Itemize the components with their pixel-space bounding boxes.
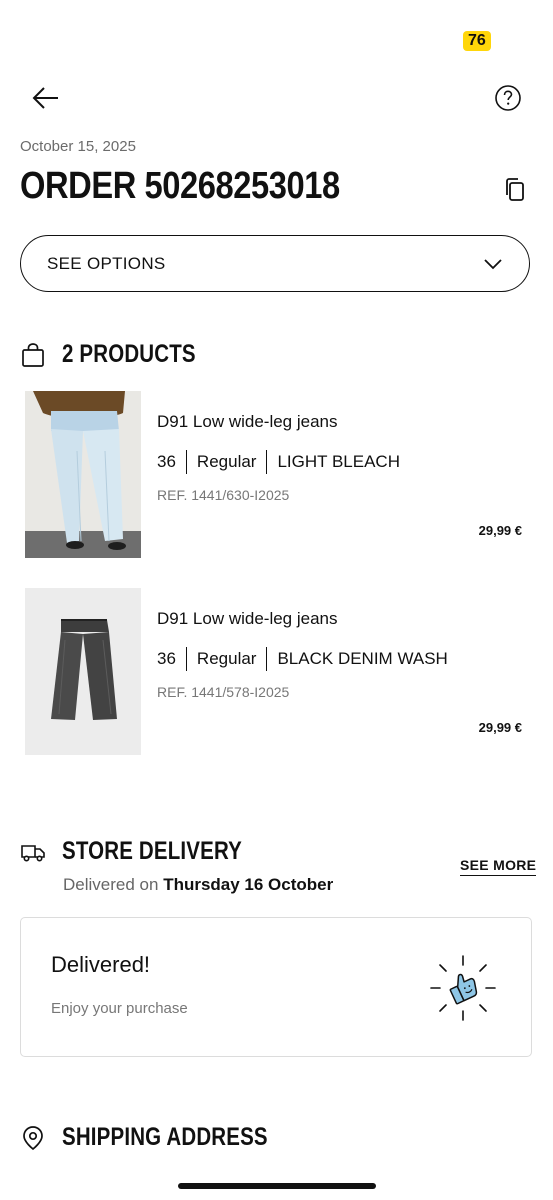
product-ref: REF. 1441/630-I2025 [157,487,290,503]
product-name: D91 Low wide-leg jeans [157,412,338,431]
arrow-left-icon [32,87,58,109]
product-color: BLACK DENIM WASH [277,649,448,668]
products-header: 2 PRODUCTS [20,340,225,369]
order-title: ORDER 50268253018 [20,165,340,207]
chevron-down-icon [484,258,502,269]
product-name: D91 Low wide-leg jeans [157,609,338,628]
product-ref: REF. 1441/578-I2025 [157,684,290,700]
delivery-title: STORE DELIVERY [62,837,243,865]
thumbs-up-icon [430,955,496,1021]
delivery-prefix: Delivered on [63,875,159,894]
see-options-button[interactable]: SEE OPTIONS [20,235,530,292]
product-attributes: 36 Regular LIGHT BLEACH [157,450,400,474]
product-image [25,391,141,558]
product-fit: Regular [196,649,257,668]
divider [266,647,268,671]
shipping-address-header: SHIPPING ADDRESS [20,1123,313,1152]
shipping-address-title: SHIPPING ADDRESS [62,1123,268,1151]
delivery-header: STORE DELIVERY [20,837,282,866]
delivered-title: Delivered! [51,952,151,977]
order-detail-screen: 76 October 15, 2025 ORDER 50268253018 SE… [0,0,553,1200]
divider [185,450,187,474]
product-image [25,588,141,755]
see-more-link[interactable]: SEE MORE [460,857,537,876]
delivered-card: Delivered! Enjoy your purchase [20,917,532,1057]
delivery-date: Thursday 16 October [163,875,334,894]
products-title: 2 PRODUCTS [62,340,196,368]
copy-order-button[interactable] [503,176,527,204]
product-item[interactable]: D91 Low wide-leg jeans 36 Regular LIGHT … [25,391,530,559]
product-size: 36 [157,649,176,668]
question-circle-icon [495,85,521,111]
status-badge: 76 [463,31,491,51]
delivered-subtitle: Enjoy your purchase [51,1000,188,1017]
divider [266,450,268,474]
delivery-status-text: Delivered on Thursday 16 October [63,875,333,895]
shopping-bag-icon [22,342,44,367]
product-size: 36 [157,452,176,471]
home-indicator[interactable] [178,1183,376,1189]
product-price: 29,99 € [478,523,522,538]
copy-icon [506,178,524,201]
location-pin-icon [23,1125,43,1150]
product-item[interactable]: D91 Low wide-leg jeans 36 Regular BLACK … [25,588,530,756]
see-options-label: SEE OPTIONS [47,253,166,273]
truck-icon [21,844,45,861]
product-price: 29,99 € [478,720,522,735]
order-date: October 15, 2025 [20,138,136,155]
back-button[interactable] [30,84,62,112]
help-button[interactable] [494,84,522,112]
divider [185,647,187,671]
product-attributes: 36 Regular BLACK DENIM WASH [157,647,448,671]
product-fit: Regular [196,452,257,471]
product-color: LIGHT BLEACH [277,452,400,471]
